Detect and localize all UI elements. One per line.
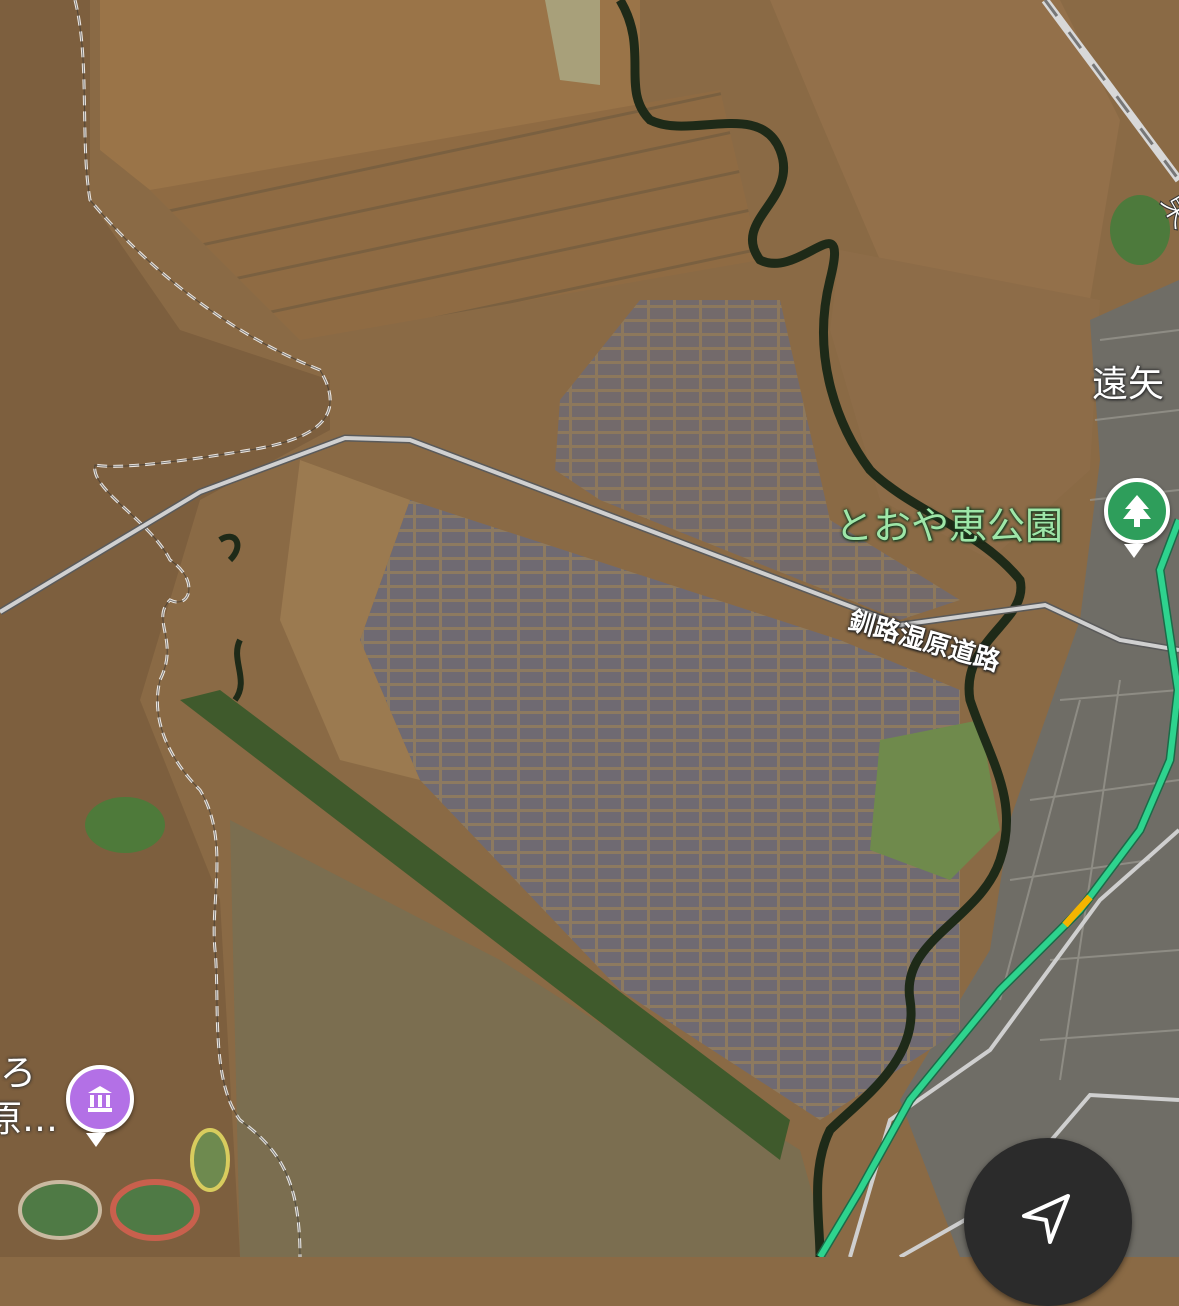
museum-pin-tail [86, 1133, 106, 1147]
stadium [18, 1180, 102, 1240]
athletics-track [110, 1179, 200, 1241]
navigation-arrow-icon [1022, 1194, 1070, 1244]
race-track [190, 1128, 230, 1192]
town-label: 遠矢 [1092, 364, 1165, 405]
poi-label-line2[interactable]: 原… [0, 1098, 58, 1142]
tree-icon [1123, 495, 1151, 527]
park-label[interactable]: とおや恵公園 [835, 495, 1063, 550]
poi-label-line1[interactable]: ろ [0, 1052, 36, 1096]
museum-icon [88, 1086, 112, 1112]
park-pin[interactable] [1104, 478, 1170, 544]
park-pin-tail [1124, 544, 1144, 558]
museum-pin[interactable] [66, 1065, 134, 1133]
green-patch [85, 797, 165, 853]
my-location-button[interactable] [964, 1138, 1132, 1306]
satellite-map[interactable]: 東 [0, 0, 1179, 1257]
